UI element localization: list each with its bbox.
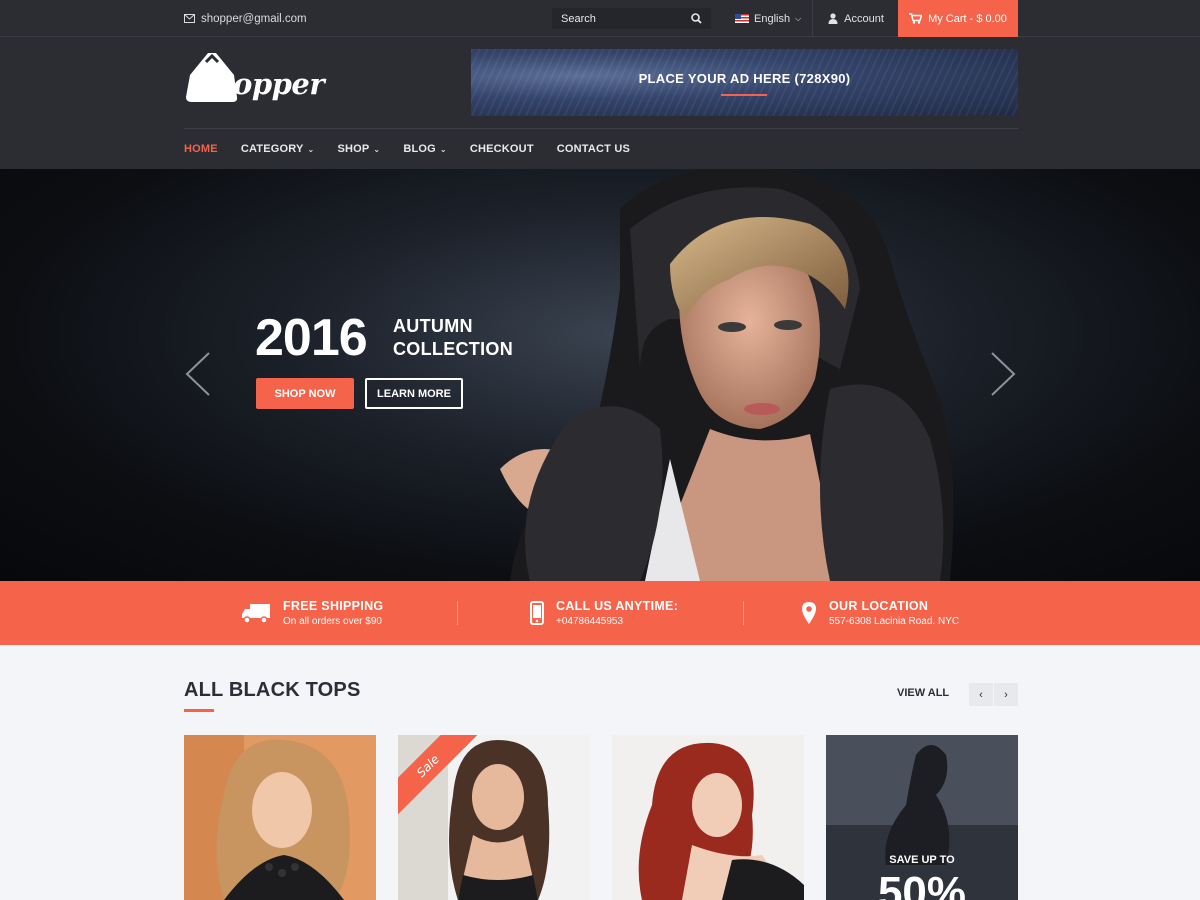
language-selector[interactable]: English ⌵	[725, 0, 813, 37]
promo-card[interactable]: SAVE UP TO 50%	[826, 735, 1018, 900]
us-flag-icon	[735, 14, 749, 23]
feature-location: OUR LOCATION 557-6308 Lacinia Road. NYC	[801, 581, 959, 645]
chevron-down-icon: ⌵	[795, 13, 802, 23]
nav-label: SHOP	[337, 143, 370, 155]
nav-item-contact[interactable]: CONTACT US	[557, 143, 630, 155]
feature-divider	[743, 601, 744, 625]
hero-subtitle: AUTUMN COLLECTION	[393, 315, 513, 361]
cart-label: My Cart - $ 0.00	[928, 12, 1007, 25]
search-input[interactable]: Search	[552, 8, 711, 29]
ad-banner[interactable]: PLACE YOUR AD HERE (728X90)	[471, 49, 1018, 116]
feature-subtitle[interactable]: +04786445953	[556, 616, 678, 627]
chevron-left-icon: ‹	[979, 688, 983, 701]
view-all-link[interactable]: VIEW ALL	[897, 687, 949, 699]
mobile-phone-icon	[530, 601, 544, 625]
hero-subtitle-line2: COLLECTION	[393, 339, 513, 359]
envelope-icon	[184, 14, 195, 23]
product-image	[184, 735, 376, 900]
nav-label: HOME	[184, 143, 218, 155]
product-image	[612, 735, 804, 900]
search-placeholder: Search	[561, 12, 596, 25]
feature-call: CALL US ANYTIME: +04786445953	[530, 581, 678, 645]
feature-title: FREE SHIPPING	[283, 599, 384, 613]
nav-item-shop[interactable]: SHOP ⌄	[337, 143, 380, 155]
nav-item-blog[interactable]: BLOG ⌄	[403, 143, 446, 155]
shop-now-button[interactable]: SHOP NOW	[256, 378, 354, 409]
slider-next-arrow-icon[interactable]	[988, 351, 1018, 397]
hero-year: 2016	[255, 309, 368, 367]
product-card[interactable]	[184, 735, 376, 900]
features-strip: FREE SHIPPING On all orders over $90 CAL…	[0, 581, 1200, 645]
feature-title: CALL US ANYTIME:	[556, 599, 679, 613]
chevron-down-icon: ⌄	[307, 144, 315, 154]
account-label: Account	[844, 12, 884, 25]
hero-model-image	[500, 169, 954, 581]
carousel-prev-button[interactable]: ‹	[969, 683, 993, 706]
learn-more-button[interactable]: LEARN MORE	[365, 378, 463, 409]
user-icon	[828, 13, 838, 24]
feature-shipping: FREE SHIPPING On all orders over $90	[241, 581, 383, 645]
logo-text: Shopper	[192, 67, 325, 101]
cart-button[interactable]: My Cart - $ 0.00	[898, 0, 1018, 37]
site-header: Shopper PLACE YOUR AD HERE (728X90) HOME…	[0, 37, 1200, 169]
nav-label: CONTACT US	[556, 143, 631, 155]
nav-item-category[interactable]: CATEGORY ⌄	[241, 143, 315, 155]
feature-divider	[457, 601, 458, 625]
hero-slider: 2016 AUTUMN COLLECTION SHOP NOW LEARN MO…	[0, 169, 1200, 581]
chevron-down-icon: ⌄	[373, 144, 381, 154]
map-pin-icon	[802, 602, 816, 624]
product-card[interactable]	[612, 735, 804, 900]
ad-label: PLACE YOUR AD HERE (728X90)	[638, 71, 851, 86]
promo-label: SAVE UP TO	[889, 854, 955, 866]
nav-item-checkout[interactable]: CHECKOUT	[470, 143, 534, 155]
nav-label: BLOG	[403, 143, 436, 155]
main-nav: HOME CATEGORY ⌄ SHOP ⌄ BLOG ⌄ CHECKOUT CONT…	[184, 129, 653, 169]
shopping-cart-icon	[909, 13, 923, 24]
truck-icon	[242, 604, 270, 624]
slider-prev-arrow-icon[interactable]	[183, 351, 213, 397]
feature-subtitle: 557-6308 Lacinia Road. NYC	[829, 616, 960, 627]
chevron-right-icon: ›	[1004, 688, 1008, 701]
nav-label: CHECKOUT	[469, 143, 534, 155]
hero-subtitle-line1: AUTUMN	[393, 316, 473, 336]
top-bar: shopper@gmail.com Search English ⌵ Accou…	[0, 0, 1200, 37]
product-card[interactable]: Sale	[398, 735, 590, 900]
feature-subtitle: On all orders over $90	[283, 616, 382, 627]
section-title: ALL BLACK TOPS	[184, 679, 361, 701]
ad-underline	[721, 94, 767, 96]
section-title-underline	[184, 709, 214, 712]
nav-item-home[interactable]: HOME	[184, 143, 218, 155]
contact-email[interactable]: shopper@gmail.com	[184, 0, 307, 37]
nav-label: CATEGORY	[240, 143, 304, 155]
email-text: shopper@gmail.com	[201, 12, 307, 25]
site-logo[interactable]: Shopper	[184, 49, 325, 107]
account-link[interactable]: Account	[814, 0, 898, 37]
chevron-down-icon: ⌄	[439, 144, 447, 154]
language-label: English	[754, 12, 791, 25]
promo-value: 50%	[877, 868, 967, 900]
search-icon[interactable]	[691, 13, 702, 24]
carousel-next-button[interactable]: ›	[994, 683, 1018, 706]
feature-title: OUR LOCATION	[829, 599, 929, 613]
